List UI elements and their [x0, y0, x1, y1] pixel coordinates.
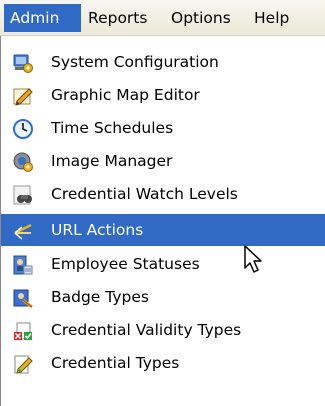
binoculars-icon — [13, 185, 32, 205]
menu-help-label: Help — [254, 9, 290, 27]
menu-item-badge-types[interactable]: Badge Types — [1, 281, 325, 313]
map-editor-icon — [13, 88, 33, 106]
menu-bar: Admin Reports Options Help — [0, 0, 325, 36]
menu-item-label: Credential Types — [51, 354, 180, 372]
menu-item-time-schedules[interactable]: Time Schedules — [1, 112, 325, 144]
system-config-icon — [13, 54, 33, 73]
menu-reports[interactable]: Reports — [82, 4, 153, 32]
menu-item-url-actions[interactable]: URL Actions — [1, 214, 325, 246]
clock-icon — [13, 119, 33, 139]
menu-options-label: Options — [171, 9, 231, 27]
menu-item-label: Image Manager — [51, 152, 173, 170]
credential-types-icon — [14, 355, 33, 374]
menu-reports-label: Reports — [88, 9, 148, 27]
employee-status-icon — [13, 255, 33, 275]
menu-item-system-configuration[interactable]: System Configuration — [1, 46, 325, 78]
badge-icon — [13, 289, 33, 309]
menu-item-label: Credential Validity Types — [51, 321, 242, 339]
menu-item-label: Credential Watch Levels — [51, 185, 238, 203]
menu-item-label: System Configuration — [51, 53, 219, 71]
url-action-icon — [14, 223, 32, 240]
menu-item-image-manager[interactable]: Image Manager — [1, 145, 325, 177]
menu-admin-label: Admin — [10, 9, 60, 27]
menu-item-label: URL Actions — [51, 221, 144, 239]
menu-item-credential-types[interactable]: Credential Types — [1, 347, 325, 379]
menu-item-credential-validity-types[interactable]: Credential Validity Types — [1, 314, 325, 346]
menu-admin[interactable]: Admin — [4, 4, 81, 32]
image-manager-icon — [13, 152, 33, 172]
menu-item-label: Graphic Map Editor — [51, 86, 200, 104]
menu-item-graphic-map-editor[interactable]: Graphic Map Editor — [1, 79, 325, 111]
admin-dropdown-menu: System Configuration Graphic Map Editor … — [0, 36, 325, 406]
credential-validity-icon — [14, 322, 32, 340]
menu-item-label: Badge Types — [51, 288, 149, 306]
menu-item-employee-statuses[interactable]: Employee Statuses — [1, 248, 325, 280]
menu-item-credential-watch-levels[interactable]: Credential Watch Levels — [1, 178, 325, 210]
menu-help[interactable]: Help — [248, 4, 295, 32]
menu-options[interactable]: Options — [165, 4, 237, 32]
menu-item-label: Employee Statuses — [51, 255, 200, 273]
menu-item-label: Time Schedules — [51, 119, 174, 137]
mouse-cursor-icon — [244, 245, 262, 273]
